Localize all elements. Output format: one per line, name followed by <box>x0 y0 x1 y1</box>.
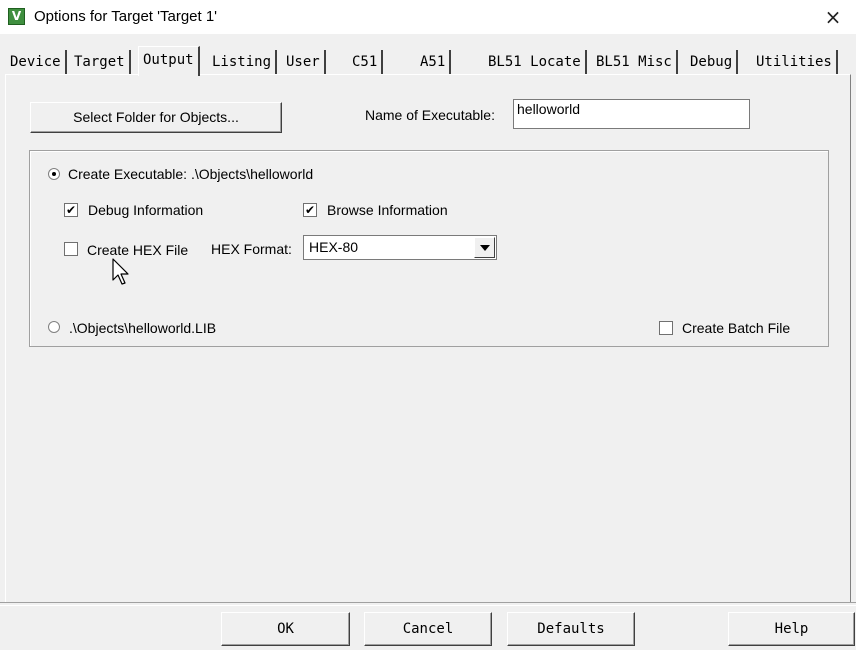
hex-format-label: HEX Format: <box>211 241 292 257</box>
close-icon[interactable]: × <box>810 0 856 34</box>
tab-target[interactable]: Target <box>70 50 131 74</box>
create-hex-file-checkbox[interactable] <box>64 242 78 256</box>
tab-utilities[interactable]: Utilities <box>752 50 838 74</box>
tab-bl51-locate[interactable]: BL51 Locate <box>484 50 587 74</box>
ok-button[interactable]: OK <box>221 612 350 646</box>
name-of-executable-input[interactable]: helloworld <box>513 99 750 129</box>
title-bar: V Options for Target 'Target 1' × <box>0 0 856 34</box>
tab-device[interactable]: Device <box>6 50 67 74</box>
name-of-executable-label: Name of Executable: <box>365 107 495 123</box>
debug-information-label: Debug Information <box>88 202 204 218</box>
browse-information-checkbox[interactable]: ✔ <box>303 203 317 217</box>
browse-information-label: Browse Information <box>327 202 448 218</box>
help-button[interactable]: Help <box>728 612 855 646</box>
window-title: Options for Target 'Target 1' <box>34 8 218 25</box>
tab-a51[interactable]: A51 <box>416 50 452 74</box>
create-library-label: .\Objects\helloworld.LIB <box>69 320 217 336</box>
defaults-button[interactable]: Defaults <box>507 612 635 646</box>
tab-strip: Device Target Output Listing User C51 A5… <box>6 46 851 76</box>
create-batch-file-label: Create Batch File <box>682 320 791 336</box>
create-executable-label: Create Executable: .\Objects\helloworld <box>68 166 314 182</box>
create-library-radio[interactable] <box>48 321 60 333</box>
create-executable-radio[interactable] <box>48 168 60 180</box>
keil-app-icon: V <box>8 8 25 25</box>
chevron-down-icon[interactable] <box>474 237 495 258</box>
tab-c51[interactable]: C51 <box>348 50 384 74</box>
create-hex-file-label: Create HEX File <box>87 242 189 258</box>
cancel-button[interactable]: Cancel <box>364 612 492 646</box>
hex-format-select[interactable]: HEX-80 <box>303 235 497 260</box>
tab-user[interactable]: User <box>282 50 326 74</box>
tab-listing[interactable]: Listing <box>208 50 278 74</box>
tab-bl51-misc[interactable]: BL51 Misc <box>592 50 678 74</box>
debug-information-checkbox[interactable]: ✔ <box>64 203 78 217</box>
select-folder-button[interactable]: Select Folder for Objects... <box>30 102 282 133</box>
mouse-pointer-icon <box>112 258 129 285</box>
footer-divider <box>0 602 856 606</box>
tab-output[interactable]: Output <box>138 46 200 76</box>
tab-debug[interactable]: Debug <box>686 50 739 74</box>
create-batch-file-checkbox[interactable] <box>659 321 673 335</box>
hex-format-value: HEX-80 <box>309 239 359 255</box>
